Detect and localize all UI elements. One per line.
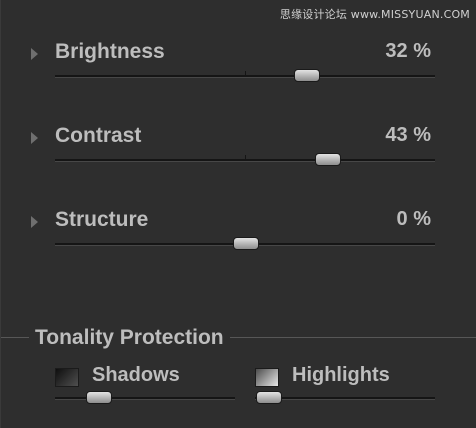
contrast-row: Contrast 43 % xyxy=(1,124,476,184)
contrast-slider[interactable] xyxy=(55,153,435,166)
structure-row: Structure 0 % xyxy=(1,208,476,268)
brightness-slider-thumb[interactable] xyxy=(293,69,320,82)
highlights-label[interactable]: Highlights xyxy=(292,364,390,387)
expand-arrow-icon[interactable] xyxy=(31,216,38,228)
structure-slider[interactable] xyxy=(55,237,435,250)
contrast-label: Contrast xyxy=(55,124,142,147)
tonality-panel: 思缘设计论坛 www.MISSYUAN.COM Brightness 32 % … xyxy=(0,0,476,428)
shadows-slider-thumb[interactable] xyxy=(86,391,113,404)
brightness-value[interactable]: 32 % xyxy=(385,40,431,63)
brightness-slider[interactable] xyxy=(55,69,435,82)
structure-label: Structure xyxy=(55,208,149,231)
shadows-slider[interactable] xyxy=(55,391,235,404)
brightness-label: Brightness xyxy=(55,40,165,63)
expand-arrow-icon[interactable] xyxy=(31,48,38,60)
highlights-slider[interactable] xyxy=(255,391,435,404)
tonality-protection-title: Tonality Protection xyxy=(29,326,230,350)
expand-arrow-icon[interactable] xyxy=(31,132,38,144)
structure-slider-thumb[interactable] xyxy=(233,237,259,250)
shadows-label[interactable]: Shadows xyxy=(92,364,180,387)
slider-center-tick xyxy=(245,155,246,161)
contrast-slider-thumb[interactable] xyxy=(314,153,341,166)
highlights-slider-thumb[interactable] xyxy=(255,391,282,404)
slider-center-tick xyxy=(245,71,246,77)
brightness-row: Brightness 32 % xyxy=(1,40,476,100)
shadows-checkbox[interactable] xyxy=(55,368,79,387)
highlights-checkbox[interactable] xyxy=(255,368,279,387)
contrast-value[interactable]: 43 % xyxy=(385,124,431,147)
structure-value[interactable]: 0 % xyxy=(397,208,431,231)
watermark-text: 思缘设计论坛 www.MISSYUAN.COM xyxy=(279,8,470,21)
